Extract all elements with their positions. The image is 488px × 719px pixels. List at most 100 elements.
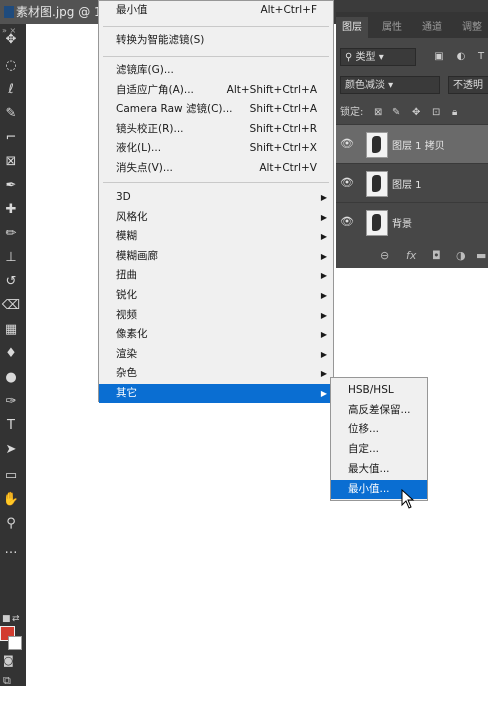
submenu-item[interactable]: 扭曲 ▶	[99, 266, 333, 285]
layer-row[interactable]: 👁︎ 背景	[336, 202, 488, 241]
more-tools-icon[interactable]: …	[0, 540, 22, 560]
submenu-arrow-icon: ▶	[320, 193, 327, 202]
background-color-swatch[interactable]	[8, 636, 22, 650]
submenu-arrow-icon: ▶	[320, 291, 327, 300]
link-icon[interactable]: ⊖	[380, 244, 389, 268]
type-tool-icon[interactable]: T	[0, 416, 22, 436]
healing-tool-icon[interactable]: ✚	[0, 200, 22, 220]
menu-item-shortcut: Shift+Ctrl+A	[249, 103, 317, 116]
filter-pixel-icon[interactable]: ▣	[432, 50, 446, 64]
submenu-arrow-icon: ▶	[320, 271, 327, 281]
submenu-item[interactable]: 其它 ▶	[99, 384, 333, 403]
stamp-tool-icon[interactable]: ⊥	[0, 248, 22, 268]
path-select-tool-icon[interactable]: ➤	[0, 440, 22, 460]
menu-item-shortcut: Shift+Ctrl+R	[249, 122, 317, 135]
dodge-tool-icon[interactable]: ●	[0, 368, 22, 388]
menu-item-label: 扭曲	[116, 269, 137, 282]
visibility-eye-icon[interactable]: 👁︎	[340, 176, 354, 189]
marquee-tool-icon[interactable]: ◌	[0, 56, 22, 76]
menu-item-label: 自适应广角(A)...	[116, 83, 194, 96]
submenu-item[interactable]: 渲染 ▶	[99, 345, 333, 364]
tab-adjustments[interactable]: 调整	[462, 17, 482, 38]
submenu-arrow-icon: ▶	[320, 330, 327, 340]
tab-channels[interactable]: 通道	[422, 17, 442, 38]
layers-panel-footer: ⊖ fx ◘ ◑ ▬	[336, 244, 488, 268]
gradient-tool-icon[interactable]: ▦	[0, 320, 22, 340]
other-submenu-item[interactable]: HSB/HSL	[331, 381, 427, 400]
opacity-field[interactable]: 不透明	[448, 76, 488, 94]
fx-icon[interactable]: fx	[406, 244, 416, 268]
hand-tool-icon[interactable]: ✋	[0, 490, 22, 510]
search-icon: ⚲	[345, 52, 356, 63]
filter-adjustment-icon[interactable]: ◐	[454, 50, 468, 64]
submenu-item[interactable]: 风格化 ▶	[99, 208, 333, 227]
mask-icon[interactable]: ◘	[432, 244, 441, 268]
submenu-item[interactable]: 模糊 ▶	[99, 227, 333, 246]
pen-tool-icon[interactable]: ✑	[0, 392, 22, 412]
menu-item-label: 杂色	[116, 367, 137, 380]
filter-kind-select[interactable]: ⚲ 类型 ▾	[340, 48, 416, 66]
submenu-item[interactable]: 视频 ▶	[99, 306, 333, 325]
quick-select-tool-icon[interactable]: ✎	[0, 104, 22, 124]
quick-mask-icon[interactable]: ◙	[3, 654, 14, 667]
history-brush-tool-icon[interactable]: ↺	[0, 272, 22, 292]
lock-artboard-icon[interactable]: ⊡	[432, 102, 440, 124]
other-submenu-item[interactable]: 高反差保留...	[331, 401, 427, 420]
blend-mode-select[interactable]: 颜色减淡 ▾	[340, 76, 440, 94]
menu-item-filter[interactable]: 镜头校正(R)... Shift+Ctrl+R	[99, 120, 333, 139]
lock-position-icon[interactable]: ✥	[412, 102, 420, 124]
submenu-item[interactable]: 锐化 ▶	[99, 286, 333, 305]
screen-mode-icon[interactable]: ⧉	[3, 674, 11, 688]
layer-filter-row: ⚲ 类型 ▾ ▣ ◐ T	[336, 46, 488, 70]
brush-tool-icon[interactable]: ✏	[0, 224, 22, 244]
menu-item-label: 渲染	[116, 347, 137, 360]
visibility-eye-icon[interactable]: 👁︎	[340, 137, 354, 150]
lock-image-icon[interactable]: ✎	[392, 102, 400, 124]
move-tool-icon[interactable]: ✥	[0, 30, 22, 50]
submenu-item[interactable]: 3D ▶	[99, 188, 333, 207]
menu-item-filter[interactable]: Camera Raw 滤镜(C)... Shift+Ctrl+A	[99, 100, 333, 119]
other-submenu-item[interactable]: 位移...	[331, 420, 427, 439]
group-icon[interactable]: ▬	[476, 244, 486, 268]
submenu-item[interactable]: 模糊画廊 ▶	[99, 247, 333, 266]
submenu-item[interactable]: 像素化 ▶	[99, 325, 333, 344]
menu-item-label: 风格化	[116, 210, 148, 223]
menu-item-filter[interactable]: 自适应广角(A)... Alt+Shift+Ctrl+A	[99, 81, 333, 100]
crop-tool-icon[interactable]: ⌐	[0, 128, 22, 148]
layer-row[interactable]: 👁︎ 图层 1	[336, 163, 488, 202]
other-submenu-item[interactable]: 自定...	[331, 440, 427, 459]
default-colors-icon[interactable]: ■	[2, 614, 11, 624]
menu-item-label: 锐化	[116, 289, 137, 301]
lock-all-icon[interactable]: 🔒︎	[452, 102, 457, 124]
tab-layers[interactable]: 图层	[336, 17, 368, 38]
filter-kind-value: 类型	[355, 52, 376, 63]
menu-item-filter[interactable]: 液化(L)... Shift+Ctrl+X	[99, 139, 333, 158]
frame-tool-icon[interactable]: ⊠	[0, 152, 22, 172]
lock-transparent-icon[interactable]: ⊠	[374, 102, 382, 124]
submenu-item[interactable]: 杂色 ▶	[99, 364, 333, 383]
tab-properties[interactable]: 属性	[382, 17, 402, 38]
menu-item-label: HSB/HSL	[348, 384, 394, 396]
eyedropper-tool-icon[interactable]: ✒	[0, 176, 22, 196]
layer-row[interactable]: 👁︎ 图层 1 拷贝	[336, 124, 488, 163]
layers-panel: 图层 属性 通道 调整 ⚲ 类型 ▾ ▣ ◐ T 颜色减淡 ▾ 不透明 锁定: …	[336, 12, 488, 268]
swap-colors-icon[interactable]: ⇄	[12, 614, 20, 624]
submenu-arrow-icon: ▶	[320, 251, 327, 261]
eraser-tool-icon[interactable]: ⌫	[0, 296, 22, 316]
zoom-tool-icon[interactable]: ⚲	[0, 514, 22, 534]
other-submenu-item[interactable]: 最大值...	[331, 460, 427, 479]
layer-thumbnail	[366, 171, 388, 197]
blur-tool-icon[interactable]: ♦	[0, 344, 22, 364]
menu-item-filter[interactable]: 消失点(V)... Alt+Ctrl+V	[99, 159, 333, 178]
shape-tool-icon[interactable]: ▭	[0, 466, 22, 486]
filter-type-icon[interactable]: T	[474, 50, 488, 64]
adjustment-icon[interactable]: ◑	[456, 244, 466, 268]
menu-item-shortcut: Alt+Ctrl+F	[260, 4, 317, 16]
visibility-eye-icon[interactable]: 👁︎	[340, 215, 354, 228]
menu-item-filter[interactable]: 滤镜库(G)...	[99, 61, 333, 80]
submenu-arrow-icon: ▶	[320, 232, 327, 242]
layer-thumbnail	[366, 210, 388, 236]
menu-item-convert-smart-filter[interactable]: 转换为智能滤镜(S)	[99, 31, 333, 50]
lasso-tool-icon[interactable]: ℓ	[0, 80, 22, 100]
menu-item-last-filter[interactable]: 最小值 Alt+Ctrl+F	[99, 1, 333, 20]
